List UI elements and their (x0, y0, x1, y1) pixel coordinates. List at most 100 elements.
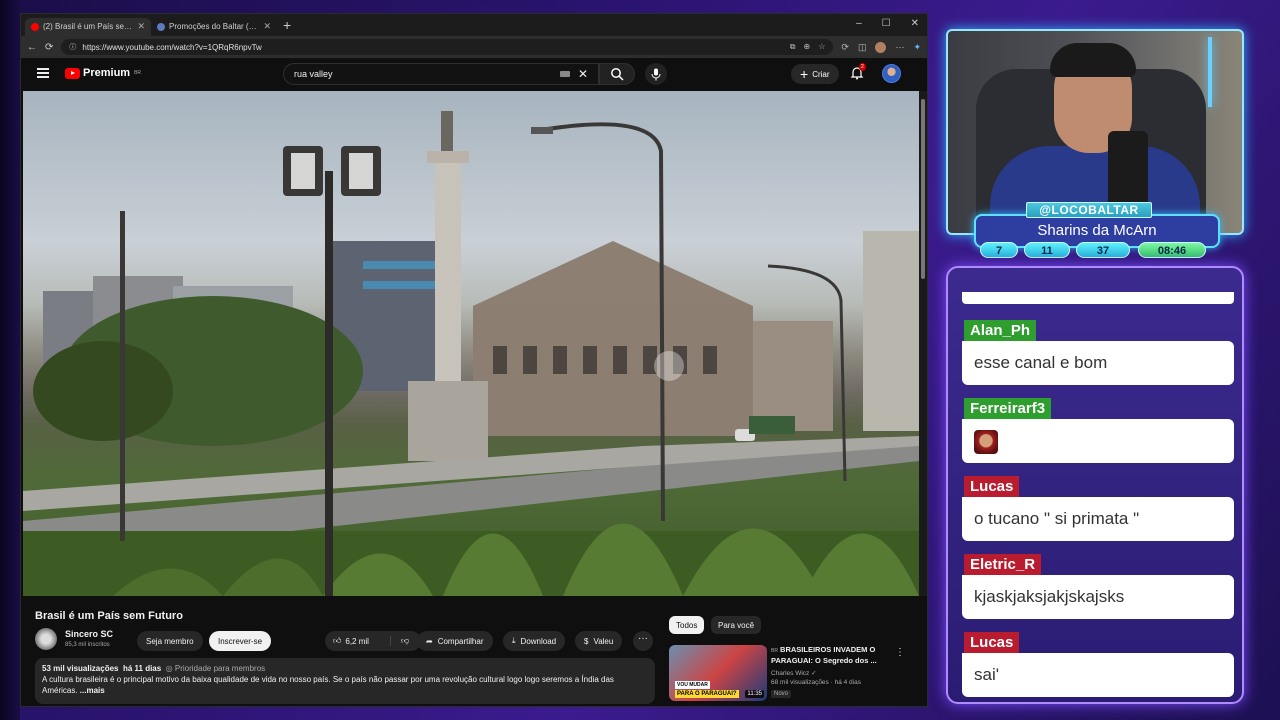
logo-text: Premium (83, 67, 131, 79)
scrollbar-thumb[interactable] (921, 99, 925, 279)
recommendation-views: 68 mil visualizações (771, 679, 829, 686)
minimize-button[interactable]: – (856, 18, 862, 29)
menu-dots-icon[interactable]: ⋯ (895, 42, 904, 53)
window-controls: – ☐ ✕ (856, 18, 919, 29)
tab-bar: (2) Brasil é um País sem Futuro - YouTub… (21, 14, 927, 36)
streamer-handle: @LOCOBALTAR (1026, 202, 1152, 218)
plus-icon: + (800, 66, 809, 82)
reload-icon[interactable]: ⟳ (45, 42, 53, 53)
chat-message: o tucano " si primata " (962, 497, 1234, 541)
description-box[interactable]: 53 mil visualizações há 11 dias ◎ Priori… (35, 658, 655, 704)
thumbs-down-icon: 👎︎ (401, 636, 410, 645)
channel-avatar[interactable] (35, 628, 57, 650)
site-info-icon[interactable]: ⓘ (69, 42, 76, 52)
share-button[interactable]: ➦ Compartilhar (417, 631, 493, 651)
search-input[interactable]: rua valley ✕ (283, 63, 599, 85)
url-field[interactable]: ⓘ https://www.youtube.com/watch?v=1QRqR6… (61, 39, 834, 55)
tab-title: (2) Brasil é um País sem Futuro - YouTub… (43, 22, 133, 31)
close-window-button[interactable]: ✕ (911, 18, 919, 29)
extensions-puzzle-icon[interactable]: ◫ (858, 42, 867, 53)
subscribe-button[interactable]: Inscrever-se (209, 631, 272, 651)
tab-youtube[interactable]: (2) Brasil é um País sem Futuro - YouTub… (25, 17, 151, 36)
video-title: Brasil é um País sem Futuro (35, 610, 183, 622)
extension-icon[interactable]: ⟳ (841, 42, 849, 53)
video-center-control[interactable] (654, 351, 684, 381)
youtube-premium-logo[interactable]: Premium BR (65, 67, 141, 79)
region-code: BR (771, 648, 778, 654)
members-priority-icon: ◎ (165, 664, 173, 673)
chip-for-you[interactable]: Para você (711, 616, 762, 634)
voice-search-button[interactable] (645, 63, 667, 85)
tab-title: Promoções do Baltar (Grupo de ofertas) (169, 22, 259, 31)
recommendation-menu-icon[interactable]: ⋮ (895, 647, 905, 658)
stat-counter: 37 (1076, 242, 1130, 258)
hamburger-menu-icon[interactable] (37, 68, 49, 78)
search-icon (611, 68, 624, 81)
like-button[interactable]: 👍︎ 6,2 mil (325, 636, 385, 646)
recommendation-meta: 68 mil visualizações · há 4 dias (771, 679, 861, 686)
chat-username: Lucas (964, 632, 1020, 654)
thumb-caption: PARA O PARAGUAI? (675, 690, 739, 698)
create-label: Criar (812, 69, 830, 79)
recommendation-channel[interactable]: Charles Wicz ✓ (771, 669, 817, 677)
new-badge: Novo (771, 690, 792, 698)
recommendation-thumbnail[interactable]: VOU MUDAR PARA O PARAGUAI? 11:35 (669, 645, 767, 701)
chat-username: Eletric_R (964, 554, 1042, 576)
bookmark-star-icon[interactable]: ☆ (818, 42, 825, 52)
extensions-area: ⟳ ◫ ⋯ ✦ (841, 41, 921, 53)
close-tab-icon[interactable]: ✕ (263, 21, 271, 32)
thanks-label: Valeu (593, 636, 614, 646)
user-avatar[interactable] (882, 64, 901, 83)
chat-username: Lucas (964, 476, 1020, 498)
channel-name[interactable]: Sincero SC (65, 629, 113, 639)
youtube-header: Premium BR rua valley ✕ + Criar 2 (21, 58, 927, 91)
dislike-button[interactable]: 👎︎ (390, 636, 409, 646)
thumb-caption: VOU MUDAR (675, 681, 710, 689)
profile-avatar[interactable] (875, 41, 887, 53)
download-label: Download (520, 636, 557, 646)
search-button[interactable] (599, 63, 635, 85)
upload-age: há 11 dias (122, 664, 162, 673)
like-dislike-group: 👍︎ 6,2 mil 👎︎ (325, 631, 421, 651)
download-button[interactable]: ⤓ Download (503, 631, 566, 651)
translate-icon[interactable]: ⧉ (790, 42, 796, 52)
tab-promocoes[interactable]: Promoções do Baltar (Grupo de ofertas) ✕ (151, 18, 277, 36)
view-count: 53 mil visualizações (42, 664, 119, 673)
address-bar-row: ← ⟳ ⓘ https://www.youtube.com/watch?v=1Q… (21, 36, 927, 58)
clear-search-icon[interactable]: ✕ (578, 67, 588, 81)
chat-message-fragment (962, 292, 1234, 304)
region-code: BR (134, 70, 142, 76)
keyboard-icon[interactable] (559, 71, 570, 77)
new-tab-button[interactable]: + (283, 17, 291, 33)
recommendation-title[interactable]: BR BRASILEIROS INVADEM O PARAGUAI: O Seg… (771, 645, 883, 666)
streamer-hair (1050, 43, 1136, 77)
create-button[interactable]: + Criar (791, 64, 839, 84)
chat-message: sai' (962, 653, 1234, 697)
show-more-link[interactable]: ...mais (80, 686, 105, 695)
page-scrollbar[interactable] (919, 91, 927, 596)
join-button[interactable]: Seja membro (137, 631, 203, 651)
verified-icon: ✓ (811, 670, 817, 677)
subscribe-label: Inscrever-se (218, 636, 263, 646)
chip-all[interactable]: Todos (669, 616, 705, 634)
zoom-icon[interactable]: ⊕ (804, 42, 811, 52)
copilot-icon[interactable]: ✦ (913, 42, 921, 53)
recommendation-title-text: BRASILEIROS INVADEM O PARAGUAI: O Segred… (771, 645, 877, 665)
youtube-play-icon (65, 67, 80, 79)
stat-counter: 7 (980, 242, 1018, 258)
stream-clock: 08:46 (1138, 242, 1206, 258)
back-icon[interactable]: ← (27, 42, 37, 53)
download-icon: ⤓ (512, 636, 516, 645)
stat-counter: 11 (1024, 242, 1070, 258)
close-tab-icon[interactable]: ✕ (137, 21, 145, 32)
thanks-button[interactable]: $ Valeu (575, 631, 623, 651)
video-player[interactable] (23, 91, 919, 596)
share-arrow-icon: ➦ (426, 636, 433, 646)
maximize-button[interactable]: ☐ (882, 18, 891, 29)
youtube-page: Premium BR rua valley ✕ + Criar 2 Brasil… (21, 58, 927, 706)
subscriber-count: 85,3 mil inscritos (65, 642, 110, 648)
super-thanks-icon: $ (584, 636, 589, 646)
share-label: Compartilhar (437, 636, 484, 646)
more-actions-button[interactable]: ··· (633, 631, 653, 651)
description-text: A cultura brasileira é o principal motiv… (42, 675, 614, 695)
